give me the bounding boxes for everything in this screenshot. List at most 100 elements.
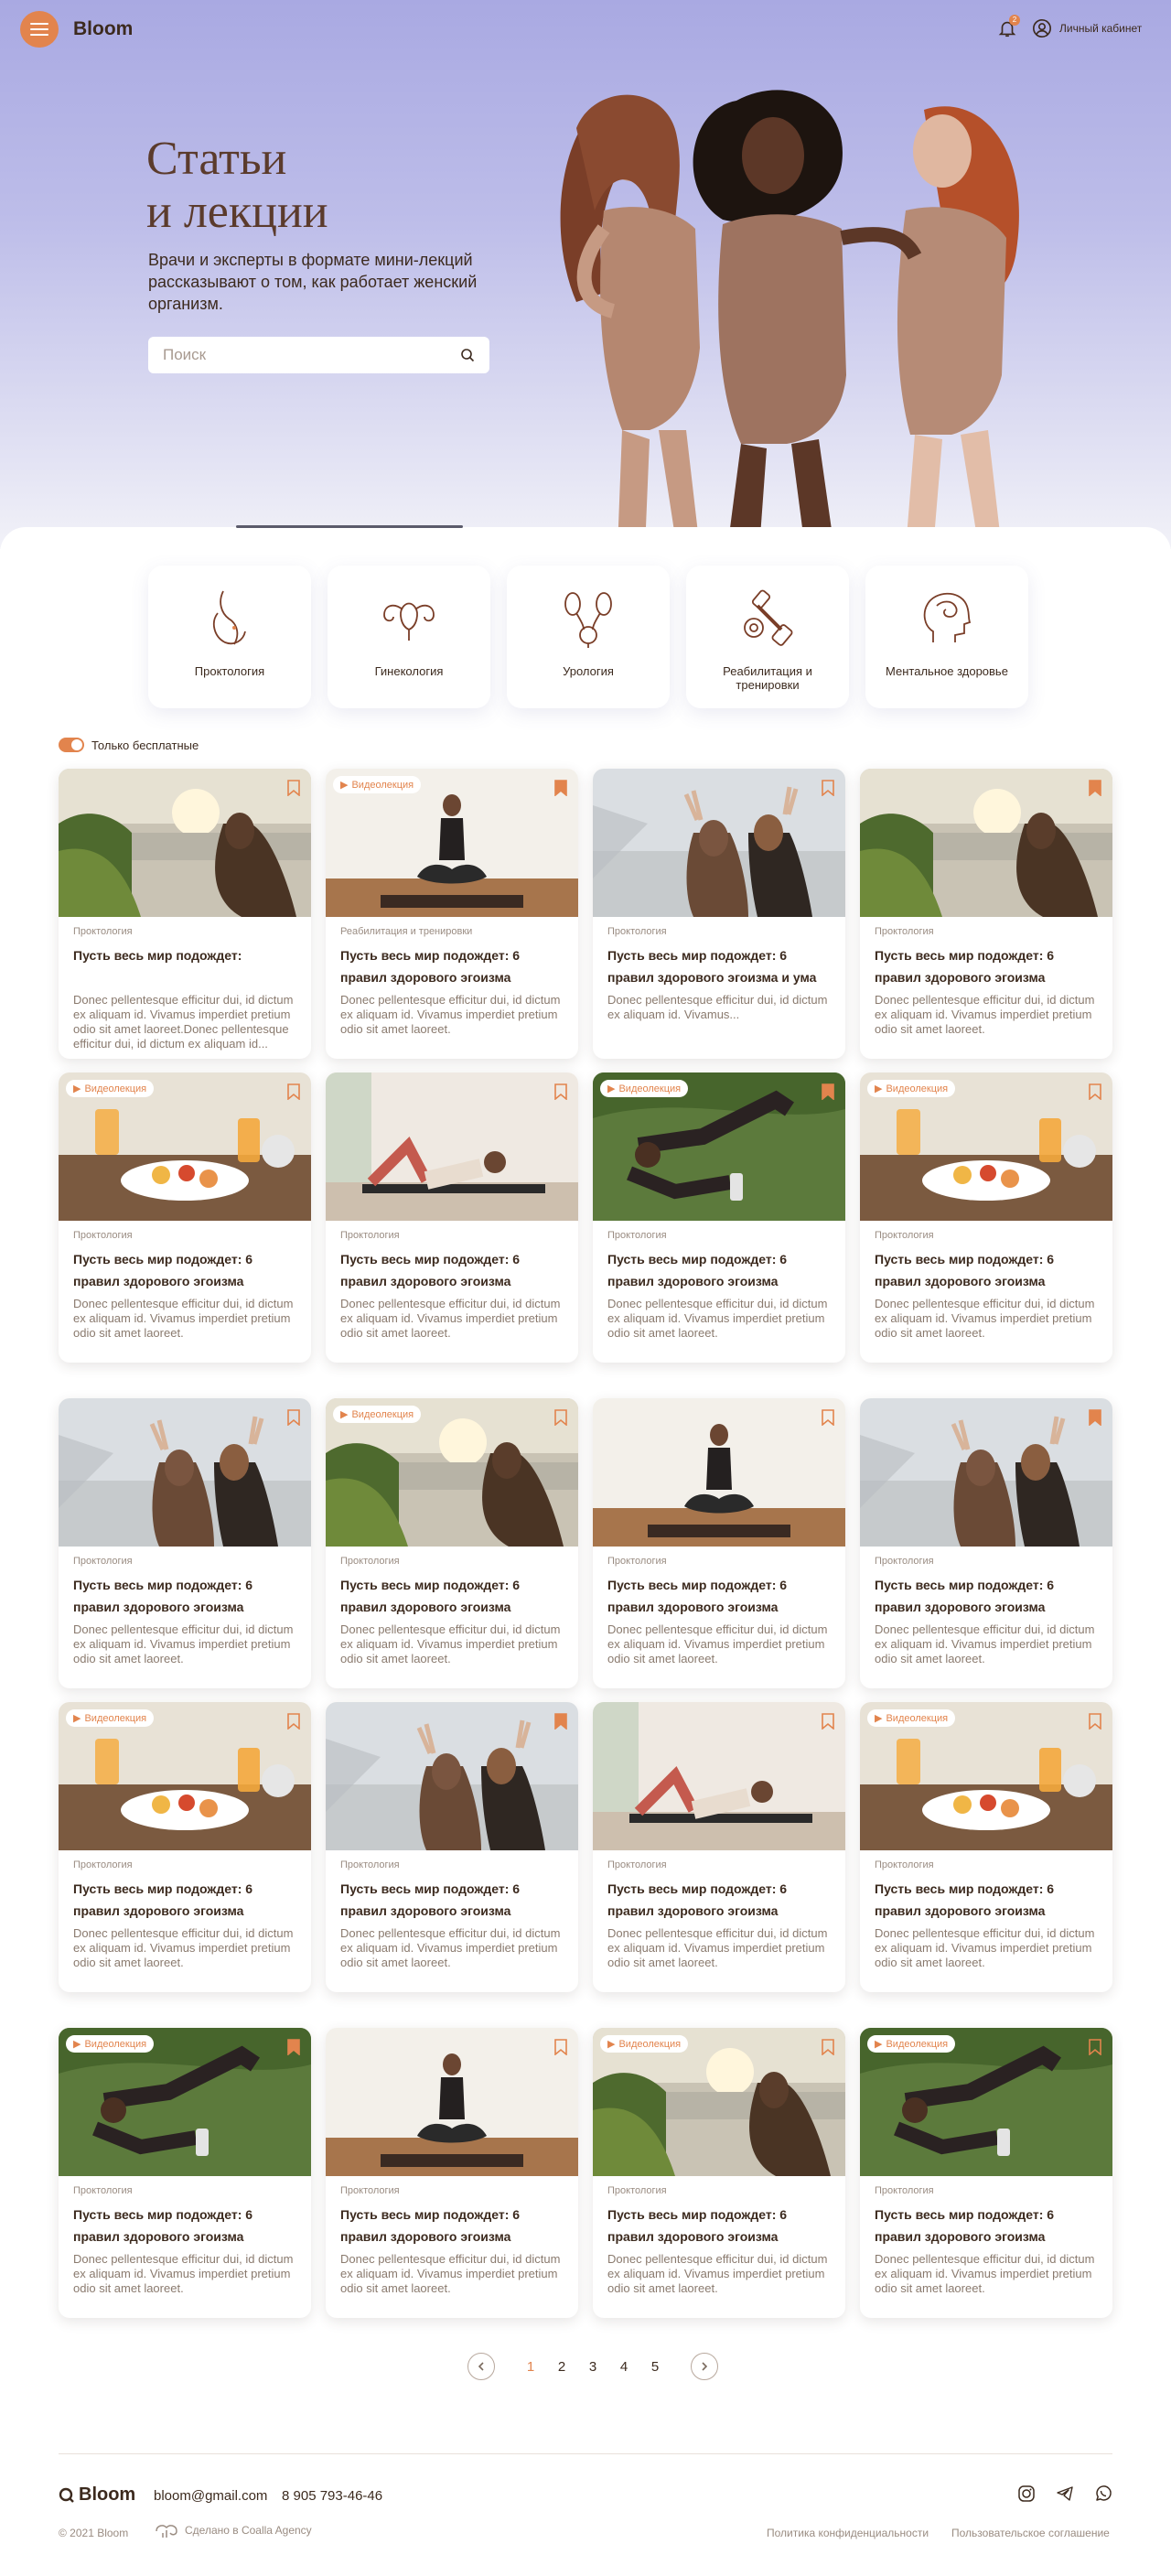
article-title[interactable]: Пусть весь мир подождет: 6 правил здоров…	[73, 2204, 302, 2247]
page-2[interactable]: 2	[546, 2359, 577, 2375]
terms-link[interactable]: Пользовательское соглашение	[951, 2527, 1110, 2539]
article-card[interactable]: Проктология Пусть весь мир подождет: Donec…	[59, 769, 311, 1059]
bookmark-icon[interactable]	[1089, 2039, 1101, 2055]
bookmark-icon[interactable]	[554, 1409, 567, 1426]
article-description: Donec pellentesque efficitur dui, id dic…	[340, 993, 561, 1036]
prev-page-button[interactable]	[467, 2353, 495, 2380]
privacy-link[interactable]: Политика конфиденциальности	[767, 2527, 929, 2539]
search-input[interactable]	[163, 346, 437, 364]
article-card[interactable]: Проктология Пусть весь мир подождет: 6 пр…	[593, 1702, 845, 1992]
article-title[interactable]: Пусть весь мир подождет: 6 правил здоров…	[73, 1878, 302, 1922]
search-icon[interactable]	[460, 348, 475, 362]
article-title[interactable]: Пусть весь мир подождет:	[73, 944, 302, 988]
article-title[interactable]: Пусть весь мир подождет: 6 правил здоров…	[340, 1248, 569, 1292]
bookmark-icon[interactable]	[554, 780, 567, 796]
category-mental-health[interactable]: Ментальное здоровье	[865, 566, 1028, 708]
category-rehab[interactable]: Реабилитация и тренировки	[686, 566, 849, 708]
article-description: Donec pellentesque efficitur dui, id dic…	[340, 1926, 561, 1969]
article-card[interactable]: ▶ Видеолекция Проктология Пусть весь мир по…	[59, 1702, 311, 1992]
bookmark-icon[interactable]	[1089, 1409, 1101, 1426]
account-link[interactable]: Личный кабинет	[1032, 18, 1142, 38]
article-card[interactable]: Проктология Пусть весь мир подождет: 6 пр…	[326, 2028, 578, 2318]
bookmark-icon[interactable]	[287, 2039, 300, 2055]
bookmark-icon[interactable]	[287, 1713, 300, 1730]
article-card[interactable]: ▶ Видеолекция Проктология Пусть весь мир по…	[860, 1072, 1112, 1363]
article-description: Donec pellentesque efficitur dui, id dic…	[607, 993, 828, 1021]
category-gynecology[interactable]: Гинекология	[328, 566, 490, 708]
article-title[interactable]: Пусть весь мир подождет: 6 правил здоров…	[875, 2204, 1103, 2247]
bookmark-icon[interactable]	[287, 1409, 300, 1426]
article-image	[59, 1398, 311, 1547]
bookmark-icon[interactable]	[287, 780, 300, 796]
article-title[interactable]: Пусть весь мир подождет: 6 правил здоров…	[340, 944, 569, 988]
article-card[interactable]: Проктология Пусть весь мир подождет: 6 пр…	[593, 769, 845, 1059]
article-title[interactable]: Пусть весь мир подождет: 6 правил здоров…	[607, 2204, 836, 2247]
bookmark-icon[interactable]	[822, 1083, 834, 1100]
whatsapp-icon[interactable]	[1094, 2484, 1112, 2503]
bookmark-icon[interactable]	[554, 2039, 567, 2055]
page-4[interactable]: 4	[608, 2359, 639, 2375]
article-title[interactable]: Пусть весь мир подождет: 6 правил здоров…	[340, 1878, 569, 1922]
next-page-button[interactable]	[691, 2353, 718, 2380]
category-urology[interactable]: Урология	[507, 566, 670, 708]
article-card[interactable]: ▶ Видеолекция Проктология Пусть весь мир по…	[593, 1072, 845, 1363]
article-category: Проктология	[875, 926, 934, 937]
article-title[interactable]: Пусть весь мир подождет: 6 правил здоров…	[875, 1574, 1103, 1618]
article-title[interactable]: Пусть весь мир подождет: 6 правил здоров…	[73, 1248, 302, 1292]
bookmark-icon[interactable]	[1089, 1713, 1101, 1730]
free-only-filter[interactable]: Только бесплатные	[59, 738, 199, 752]
article-title[interactable]: Пусть весь мир подождет: 6 правил здоров…	[875, 1248, 1103, 1292]
article-card[interactable]: Проктология Пусть весь мир подождет: 6 пр…	[326, 1702, 578, 1992]
article-card[interactable]: ▶ Видеолекция Проктология Пусть весь мир по…	[326, 1398, 578, 1688]
search-box[interactable]	[148, 337, 489, 373]
article-title[interactable]: Пусть весь мир подождет: 6 правил здоров…	[340, 1574, 569, 1618]
article-card[interactable]: ▶ Видеолекция Проктология Пусть весь мир по…	[59, 1072, 311, 1363]
article-card[interactable]: Проктология Пусть весь мир подождет: 6 пр…	[860, 769, 1112, 1059]
bookmark-icon[interactable]	[822, 1409, 834, 1426]
article-category: Проктология	[875, 1230, 934, 1241]
bookmark-icon[interactable]	[287, 1083, 300, 1100]
video-badge-label: Видеолекция	[84, 2038, 147, 2050]
bookmark-icon[interactable]	[822, 780, 834, 796]
footer-phone[interactable]: 8 905 793-46-46	[282, 2488, 382, 2504]
article-image	[593, 1702, 845, 1850]
article-title[interactable]: Пусть весь мир подождет: 6 правил здоров…	[875, 1878, 1103, 1922]
play-icon: ▶	[73, 2039, 81, 2050]
article-title[interactable]: Пусть весь мир подождет: 6 правил здоров…	[340, 2204, 569, 2247]
article-card[interactable]: ▶ Видеолекция Проктология Пусть весь мир по…	[860, 1702, 1112, 1992]
article-title[interactable]: Пусть весь мир подождет: 6 правил здоров…	[607, 1878, 836, 1922]
article-card[interactable]: Проктология Пусть весь мир подождет: 6 пр…	[593, 1398, 845, 1688]
article-card[interactable]: ▶ Видеолекция Реабилитация и тренировки Пус…	[326, 769, 578, 1059]
bookmark-icon[interactable]	[1089, 780, 1101, 796]
bookmark-icon[interactable]	[822, 2039, 834, 2055]
menu-button[interactable]	[20, 11, 59, 48]
instagram-icon[interactable]	[1017, 2484, 1036, 2503]
made-by-link[interactable]: Сделано в Coalla Agency	[154, 2522, 312, 2538]
article-card[interactable]: Проктология Пусть весь мир подождет: 6 пр…	[860, 1398, 1112, 1688]
bookmark-icon[interactable]	[822, 1713, 834, 1730]
category-proctology[interactable]: Проктология	[148, 566, 311, 708]
page-3[interactable]: 3	[577, 2359, 608, 2375]
footer-logo[interactable]: Bloom	[59, 2484, 135, 2506]
page-5[interactable]: 5	[639, 2359, 671, 2375]
article-title[interactable]: Пусть весь мир подождет: 6 правил здоров…	[607, 944, 836, 988]
bookmark-icon[interactable]	[1089, 1083, 1101, 1100]
article-title[interactable]: Пусть весь мир подождет: 6 правил здоров…	[73, 1574, 302, 1618]
article-card[interactable]: ▶ Видеолекция Проктология Пусть весь мир по…	[593, 2028, 845, 2318]
article-card[interactable]: ▶ Видеолекция Проктология Пусть весь мир по…	[59, 2028, 311, 2318]
article-title[interactable]: Пусть весь мир подождет: 6 правил здоров…	[607, 1574, 836, 1618]
article-card[interactable]: Проктология Пусть весь мир подождет: 6 пр…	[326, 1072, 578, 1363]
bookmark-icon[interactable]	[554, 1713, 567, 1730]
bookmark-icon[interactable]	[554, 1083, 567, 1100]
article-title[interactable]: Пусть весь мир подождет: 6 правил здоров…	[875, 944, 1103, 988]
logo[interactable]: Bloom	[73, 18, 133, 40]
page-1[interactable]: 1	[515, 2359, 546, 2375]
video-badge-label: Видеолекция	[618, 2038, 682, 2050]
free-only-toggle[interactable]	[59, 738, 84, 752]
telegram-icon[interactable]	[1056, 2484, 1074, 2503]
article-category: Проктология	[73, 1859, 133, 1870]
article-card[interactable]: ▶ Видеолекция Проктология Пусть весь мир по…	[860, 2028, 1112, 2318]
footer-email[interactable]: bloom@gmail.com	[154, 2488, 267, 2504]
article-card[interactable]: Проктология Пусть весь мир подождет: 6 пр…	[59, 1398, 311, 1688]
article-title[interactable]: Пусть весь мир подождет: 6 правил здоров…	[607, 1248, 836, 1292]
